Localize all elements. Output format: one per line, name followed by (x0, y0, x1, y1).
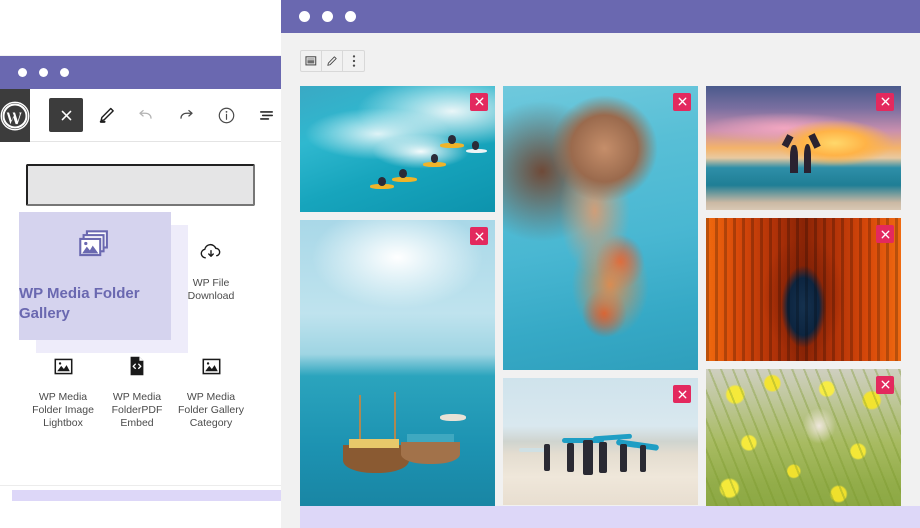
gallery-canvas (300, 85, 901, 528)
left-window-titlebar (0, 56, 281, 89)
block-toolbar-group (300, 50, 365, 72)
gallery-block-toolbar (281, 33, 920, 73)
remove-image-button[interactable] (673, 385, 691, 404)
gallery-item[interactable] (706, 218, 901, 361)
gallery-image-yellow-flower-field (706, 369, 901, 511)
remove-image-button[interactable] (470, 92, 488, 111)
gallery-item[interactable] (503, 85, 698, 371)
gallery-preview-window (281, 0, 920, 528)
right-window-titlebar (281, 0, 920, 33)
screenshot-stage: WP File Download Category WP File Downlo… (0, 0, 920, 528)
block-item-label: WP Media Folder Image Lightbox (32, 391, 94, 429)
window-dot-red[interactable] (299, 11, 310, 22)
block-item-wp-media-folder-gallery[interactable]: WP Media Folder Gallery (19, 212, 171, 340)
close-button[interactable] (49, 98, 83, 132)
gallery-item[interactable] (300, 85, 495, 213)
panel-divider (0, 485, 281, 486)
editor-toolbar (0, 89, 281, 142)
more-options-button[interactable] (343, 51, 364, 71)
window-dot-red[interactable] (18, 68, 27, 77)
wordpress-editor-window: WP File Download Category WP File Downlo… (0, 56, 281, 528)
window-dot-green[interactable] (60, 68, 69, 77)
wordpress-logo[interactable] (0, 89, 30, 142)
gallery-block-button[interactable] (301, 51, 322, 71)
editor-tool-buttons (30, 89, 281, 141)
gallery-item[interactable] (300, 220, 495, 528)
remove-image-button[interactable] (876, 375, 894, 394)
undo-button[interactable] (129, 98, 163, 132)
gallery-image-beach-sunset (706, 85, 901, 211)
remove-image-button[interactable] (673, 92, 691, 111)
block-inserter-panel: WP File Download Category WP File Downlo… (0, 142, 281, 527)
gallery-grid (300, 85, 901, 528)
list-view-button[interactable] (249, 98, 281, 132)
gallery-item[interactable] (503, 378, 698, 505)
gallery-image-torii-gates (706, 218, 901, 360)
remove-image-button[interactable] (470, 227, 488, 246)
edit-button[interactable] (89, 98, 123, 132)
gallery-image-underwater-portrait (503, 85, 698, 371)
selected-block-label: WP Media Folder Gallery (19, 285, 140, 322)
block-grid: WP File Download Category WP File Downlo… (19, 212, 255, 432)
details-button[interactable] (209, 98, 243, 132)
window-dot-yellow[interactable] (322, 11, 333, 22)
window-dot-green[interactable] (345, 11, 356, 22)
right-footer-bar (300, 506, 920, 528)
gallery-image-surfers-walking (503, 378, 698, 505)
block-search-input[interactable] (26, 164, 255, 206)
block-item-label: WP Media Folder Gallery Category (178, 391, 244, 429)
gallery-item[interactable] (706, 85, 901, 211)
remove-image-button[interactable] (876, 225, 894, 244)
block-item-label: WP Media FolderPDF Embed (111, 391, 163, 429)
gallery-item[interactable] (706, 368, 901, 511)
gallery-image-boats (300, 220, 495, 528)
gallery-image-surfers (300, 85, 495, 213)
left-footer-bar (12, 490, 281, 501)
window-dot-yellow[interactable] (39, 68, 48, 77)
edit-gallery-button[interactable] (322, 51, 343, 71)
redo-button[interactable] (169, 98, 203, 132)
images-stack-icon (75, 228, 115, 274)
remove-image-button[interactable] (876, 92, 894, 111)
